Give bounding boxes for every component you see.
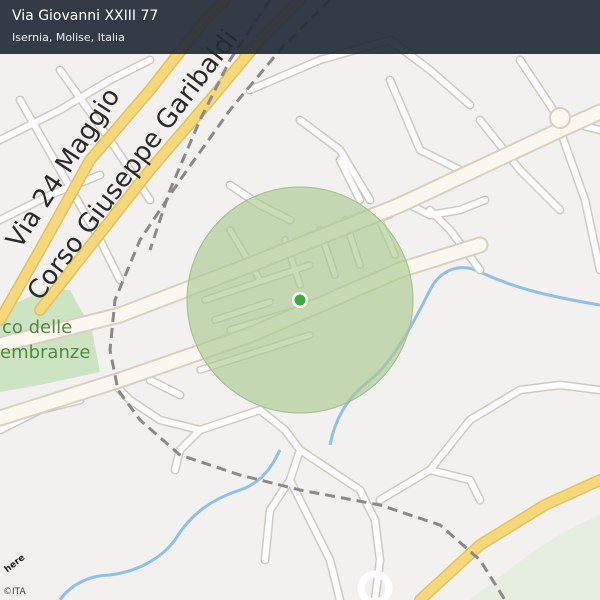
- address-subtitle: Isernia, Molise, Italia: [12, 31, 125, 44]
- location-pin-icon[interactable]: [292, 292, 308, 308]
- park-label-line1: co delle: [2, 317, 72, 338]
- address-header: Via Giovanni XXIII 77 Isernia, Molise, I…: [0, 0, 600, 54]
- map-canvas[interactable]: Via 24 Maggio Corso Giuseppe Garibaldi c…: [0, 0, 600, 600]
- address-title: Via Giovanni XXIII 77: [12, 8, 159, 24]
- copyright-text: ©ITA: [3, 587, 26, 597]
- park-label-line2: embranze: [0, 342, 90, 363]
